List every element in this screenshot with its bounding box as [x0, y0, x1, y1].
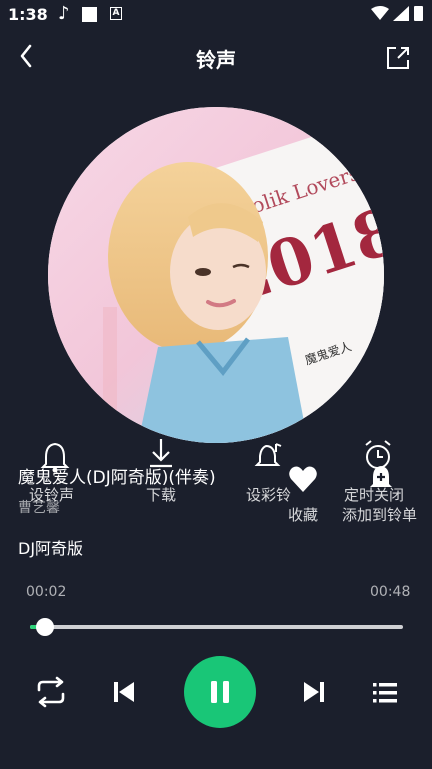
a-badge-icon: A — [110, 7, 122, 20]
set-color-ring-label: 设彩铃 — [246, 486, 292, 504]
share-button[interactable] — [384, 44, 412, 72]
timer-close-label: 定时关闭 — [344, 486, 405, 504]
album-artwork: Diabolik Lovers 2018 魔鬼爱人 — [48, 107, 384, 443]
total-time: 00:48 — [370, 584, 411, 600]
playlist-button[interactable] — [371, 680, 399, 706]
add-to-list-label[interactable]: 添加到铃单 — [342, 504, 417, 525]
current-time: 00:02 — [26, 584, 67, 600]
music-note-icon: ♪ — [58, 3, 70, 24]
pause-icon — [211, 681, 229, 703]
album-name: DJ阿奇版 — [18, 539, 84, 558]
progress-thumb[interactable] — [35, 618, 54, 636]
favorite-button[interactable] — [286, 462, 320, 496]
battery-icon — [414, 6, 423, 21]
artist-name: 曹艺馨 — [18, 500, 60, 516]
song-title: 魔鬼爱人(DJ阿奇版)(伴奏) — [18, 468, 216, 488]
page-title: 铃声 — [196, 48, 236, 72]
wifi-icon — [371, 6, 389, 20]
signal-icon — [393, 6, 409, 21]
progress-track[interactable] — [30, 625, 403, 629]
status-time: 1:38 — [8, 5, 48, 24]
next-button[interactable] — [300, 678, 328, 706]
notification-square-icon — [82, 7, 97, 22]
set-color-ring-button[interactable] — [252, 440, 286, 474]
previous-button[interactable] — [110, 678, 138, 706]
pause-button[interactable] — [184, 656, 256, 728]
favorite-label: 收藏 — [288, 506, 319, 524]
repeat-mode-button[interactable] — [33, 676, 69, 708]
